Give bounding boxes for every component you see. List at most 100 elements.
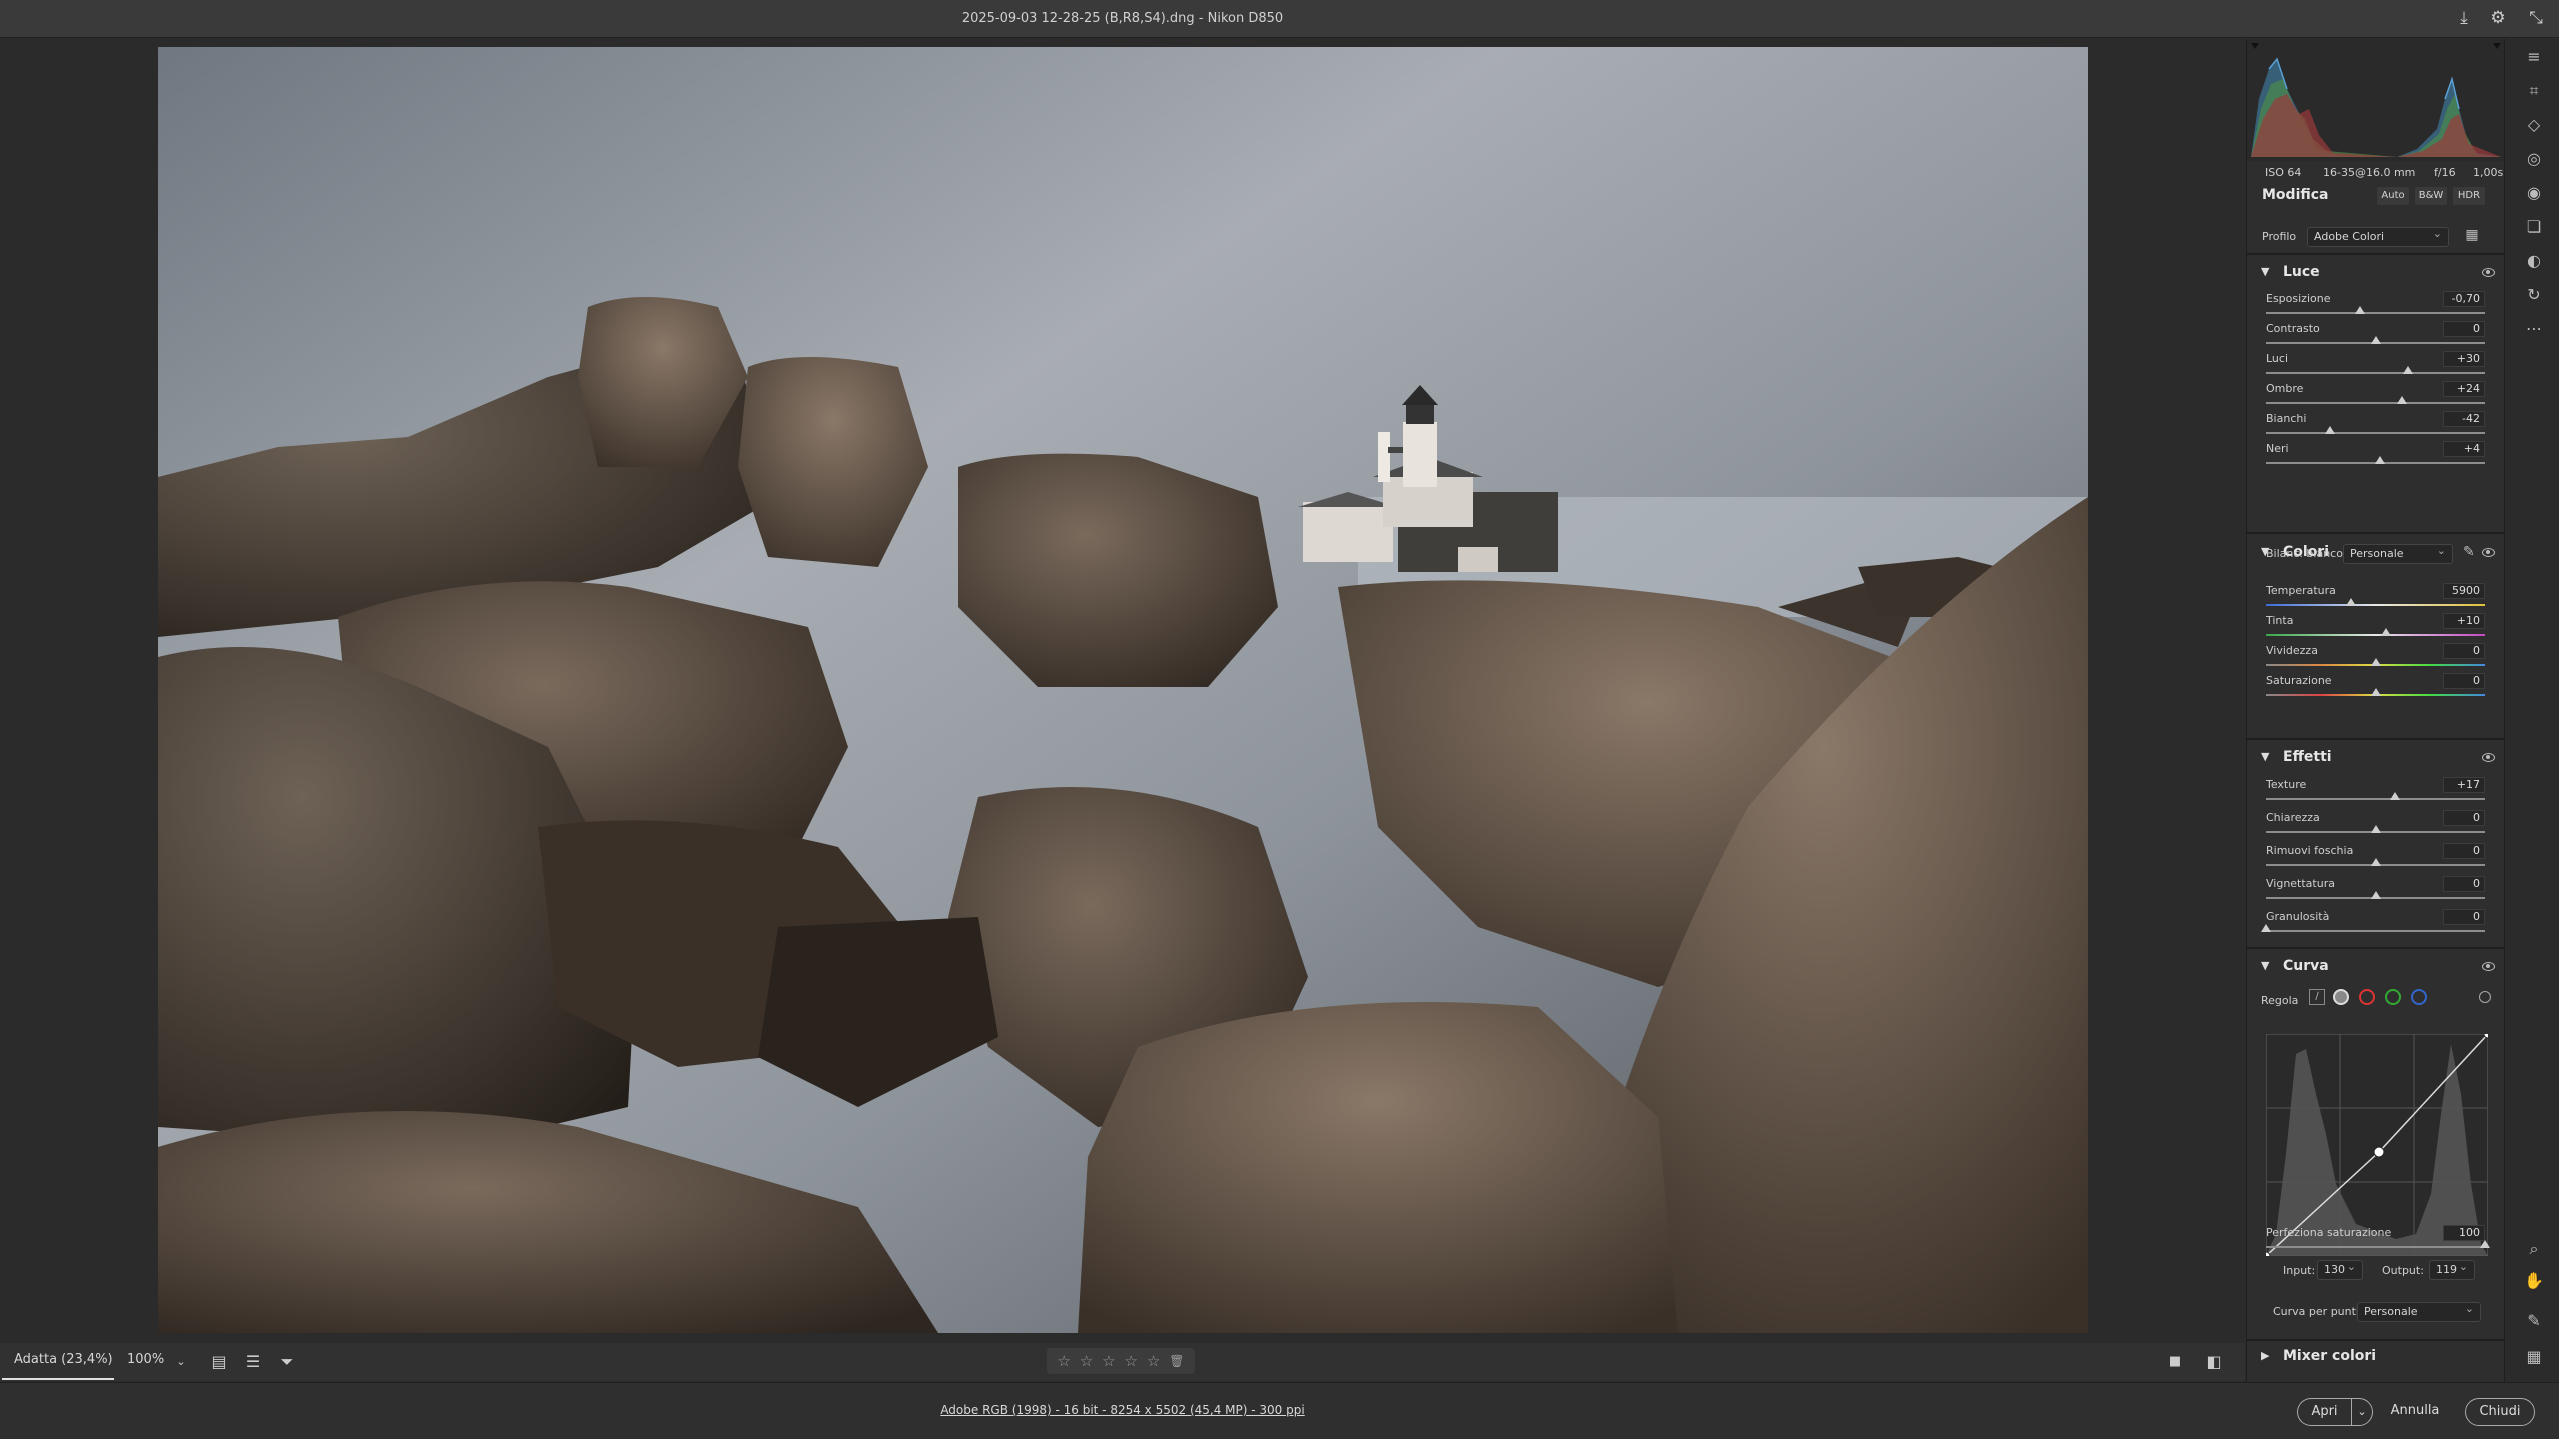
slider-thumb[interactable] [2370, 891, 2381, 899]
slider-value[interactable]: 5900 [2443, 583, 2485, 599]
export-icon[interactable]: ⤓ [2454, 8, 2474, 28]
slider-tinta[interactable]: Tinta +10 [2247, 613, 2504, 644]
red-eye-icon[interactable]: ◉ [2524, 183, 2544, 203]
open-dropdown-icon[interactable]: ⌄ [2351, 1398, 2373, 1426]
slider-luci[interactable]: Luci +30 [2247, 351, 2504, 382]
slider-chiarezza[interactable]: Chiarezza 0 [2247, 810, 2504, 841]
slider-track[interactable] [2266, 604, 2485, 606]
output-field[interactable]: 119 [2429, 1260, 2475, 1280]
slider-thumb[interactable] [2370, 858, 2381, 866]
input-field[interactable]: 130 [2317, 1260, 2363, 1280]
slider-thumb[interactable] [2370, 688, 2381, 696]
slider-value[interactable]: 0 [2443, 909, 2485, 925]
slider-value[interactable]: +4 [2443, 441, 2485, 457]
star-icon[interactable]: ☆ [1057, 1352, 1070, 1370]
chevron-down-icon[interactable]: ▼ [2261, 265, 2269, 278]
slider-value[interactable]: 0 [2443, 643, 2485, 659]
slider-track[interactable] [2266, 432, 2485, 434]
slider-vignettatura[interactable]: Vignettatura 0 [2247, 876, 2504, 907]
section-header-mixer[interactable]: ▶ Mixer colori [2247, 1345, 2504, 1371]
star-icon[interactable]: ☆ [1102, 1352, 1115, 1370]
slider-thumb[interactable] [2381, 628, 2392, 636]
slider-value[interactable]: 0 [2443, 321, 2485, 337]
slider-value[interactable]: +10 [2443, 613, 2485, 629]
slider-thumb[interactable] [2370, 336, 2381, 344]
star-icon[interactable]: ☆ [1080, 1352, 1093, 1370]
slider-perfeziona[interactable]: Perfeziona saturazione 100 [2247, 1225, 2504, 1256]
eye-icon[interactable] [2482, 548, 2495, 557]
slider-thumb[interactable] [2370, 825, 2381, 833]
cancel-button[interactable]: Annulla [2383, 1398, 2447, 1426]
slider-contrasto[interactable]: Contrasto 0 [2247, 321, 2504, 352]
section-header-effetti[interactable]: ▼ Effetti [2247, 746, 2504, 772]
slider-value[interactable]: +30 [2443, 351, 2485, 367]
slider-thumb[interactable] [2261, 924, 2271, 932]
more-icon[interactable]: ⋯ [2524, 319, 2544, 339]
edit-sliders-icon[interactable]: ≡ [2524, 47, 2544, 67]
sampler-icon[interactable]: ✎ [2524, 1311, 2544, 1331]
snapshots-icon[interactable]: ↻ [2524, 285, 2544, 305]
chevron-down-icon[interactable]: ⌄ [170, 1351, 192, 1373]
collapse-icon[interactable]: ⤡ [2526, 8, 2546, 28]
slider-thumb[interactable] [2480, 1240, 2490, 1248]
profile-select[interactable]: Adobe Colori [2307, 227, 2449, 247]
slider-track[interactable] [2266, 1246, 2485, 1248]
star-icon[interactable]: ☆ [1147, 1352, 1160, 1370]
slider-vividezza[interactable]: Vividezza 0 [2247, 643, 2504, 674]
bw-button[interactable]: B&W [2415, 187, 2447, 205]
hdr-button[interactable]: HDR [2453, 187, 2485, 205]
slider-neri[interactable]: Neri +4 [2247, 441, 2504, 472]
grid-icon[interactable]: ▦ [2524, 1347, 2544, 1367]
section-header-luce[interactable]: ▼ Luce [2247, 261, 2504, 287]
single-view-icon[interactable]: ■ [2164, 1351, 2186, 1373]
slider-value[interactable]: +24 [2443, 381, 2485, 397]
close-button[interactable]: Chiudi [2465, 1398, 2535, 1426]
profile-browser-icon[interactable]: ▦ [2462, 227, 2482, 247]
slider-rimuovi-foschia[interactable]: Rimuovi foschia 0 [2247, 843, 2504, 874]
section-header-curva[interactable]: ▼ Curva [2247, 955, 2504, 981]
sort-icon[interactable]: ☰ [242, 1351, 264, 1373]
mask-icon[interactable]: ◎ [2524, 149, 2544, 169]
slider-value[interactable]: -0,70 [2443, 291, 2485, 307]
filmstrip-icon[interactable]: ▤ [208, 1351, 230, 1373]
slider-thumb[interactable] [2370, 658, 2381, 666]
chevron-right-icon[interactable]: ▶ [2261, 1349, 2269, 1362]
slider-value[interactable]: 100 [2443, 1225, 2485, 1241]
point-curve-select[interactable]: Personale [2357, 1302, 2481, 1322]
slider-track[interactable] [2266, 634, 2485, 636]
zoom-fit[interactable]: Adatta (23,4%) [14, 1352, 113, 1367]
compare-view-icon[interactable]: ◧ [2203, 1351, 2225, 1373]
slider-thumb[interactable] [2403, 366, 2414, 374]
slider-value[interactable]: 0 [2443, 843, 2485, 859]
slider-granulosità[interactable]: Granulosità 0 [2247, 909, 2504, 940]
slider-track[interactable] [2266, 930, 2485, 932]
trash-icon[interactable]: 🗑 [1169, 1354, 1184, 1368]
slider-saturazione[interactable]: Saturazione 0 [2247, 673, 2504, 704]
slider-esposizione[interactable]: Esposizione -0,70 [2247, 291, 2504, 322]
slider-temperatura[interactable]: Temperatura 5900 [2247, 583, 2504, 614]
slider-value[interactable]: +17 [2443, 777, 2485, 793]
slider-value[interactable]: -42 [2443, 411, 2485, 427]
slider-ombre[interactable]: Ombre +24 [2247, 381, 2504, 412]
slider-thumb[interactable] [2324, 426, 2335, 434]
star-icon[interactable]: ☆ [1125, 1352, 1138, 1370]
slider-bianchi[interactable]: Bianchi -42 [2247, 411, 2504, 442]
eraser-icon[interactable]: ◇ [2524, 115, 2544, 135]
hand-icon[interactable]: ✋ [2524, 1271, 2544, 1291]
eye-icon[interactable] [2482, 962, 2495, 971]
slider-thumb[interactable] [2374, 456, 2385, 464]
slider-texture[interactable]: Texture +17 [2247, 777, 2504, 808]
rating-stars[interactable]: ☆ ☆ ☆ ☆ ☆ 🗑 [1047, 1348, 1195, 1374]
zoom-icon[interactable]: ⌕ [2524, 1239, 2544, 1259]
chevron-down-icon[interactable]: ▼ [2261, 959, 2269, 972]
slider-thumb[interactable] [2346, 598, 2357, 606]
slider-value[interactable]: 0 [2443, 673, 2485, 689]
tone-curve-graph[interactable] [2266, 994, 2488, 1256]
wb-select[interactable]: Personale [2343, 544, 2453, 564]
zoom-100[interactable]: 100% [127, 1352, 164, 1367]
eyedropper-icon[interactable]: ✎ [2463, 544, 2475, 560]
slider-value[interactable]: 0 [2443, 810, 2485, 826]
slider-track[interactable] [2266, 372, 2485, 374]
presets-icon[interactable]: ◐ [2524, 251, 2544, 271]
slider-thumb[interactable] [2396, 396, 2407, 404]
